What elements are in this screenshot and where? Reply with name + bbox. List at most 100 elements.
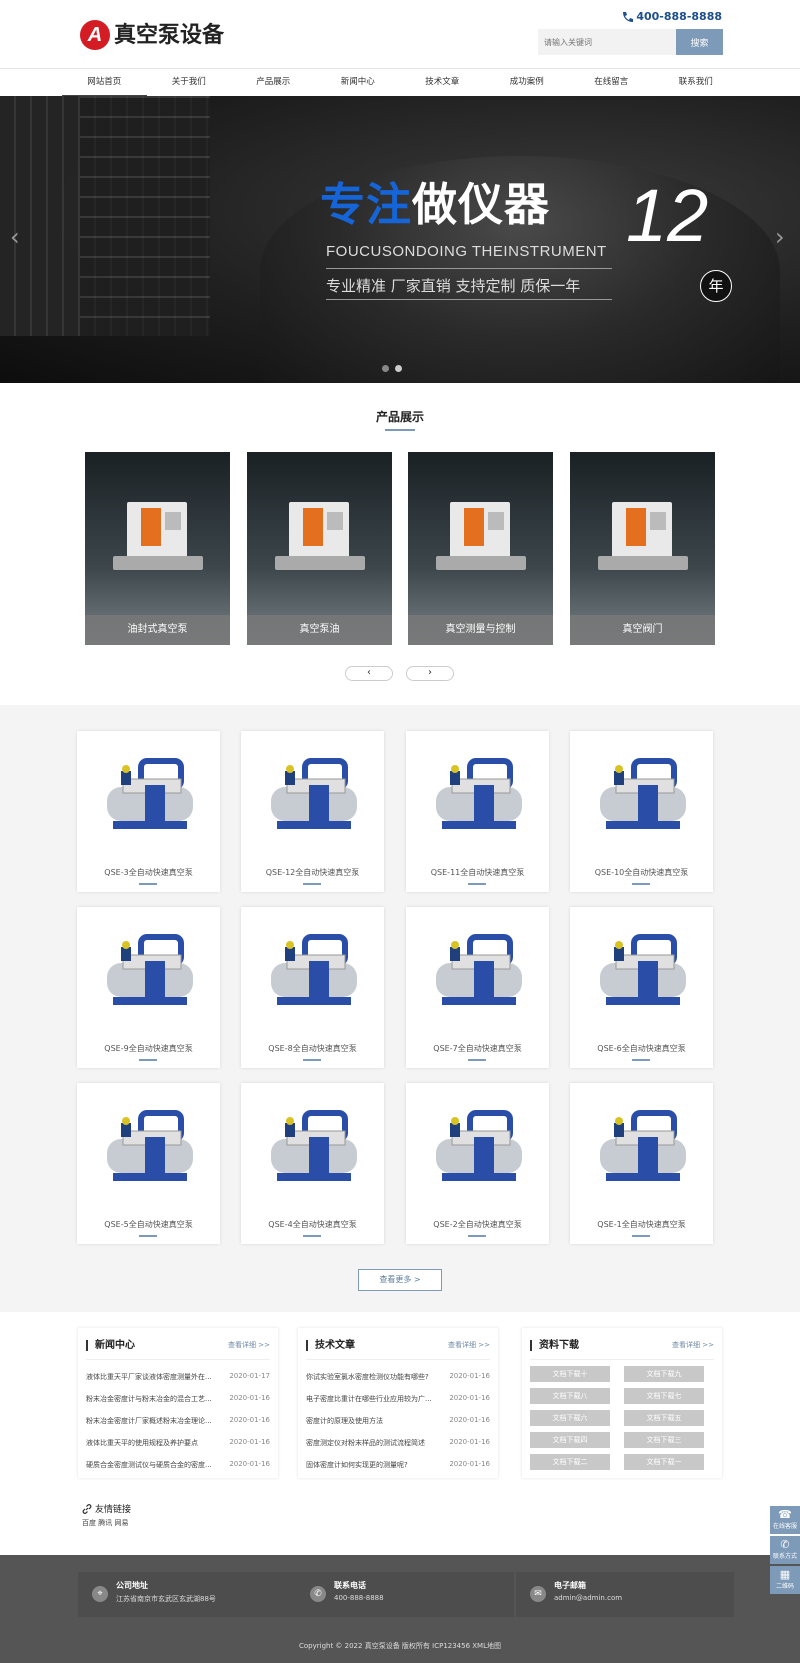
product-card[interactable]: QSE-11全自动快速真空泵 <box>406 731 549 892</box>
tech-item[interactable]: 电子密度比重计在哪些行业应用较为广... 2020-01-16 <box>306 1394 490 1404</box>
download-item-button[interactable]: 文档下载十 <box>530 1366 610 1382</box>
product-card[interactable]: QSE-9全自动快速真空泵 <box>77 907 220 1068</box>
phone-number: 400-888-8888 <box>636 10 722 23</box>
tech-item-title[interactable]: 你试实验室氯水密度检测仪功能有哪些? <box>306 1372 446 1382</box>
phone-icon <box>623 11 634 22</box>
tech-item-title[interactable]: 固体密度计如何实现更的测量呢? <box>306 1460 446 1470</box>
product-card[interactable]: QSE-8全自动快速真空泵 <box>241 907 384 1068</box>
tech-rule <box>306 1359 490 1360</box>
showcase-next-button[interactable]: › <box>406 666 454 681</box>
search-button[interactable]: 搜索 <box>676 29 723 55</box>
nav-item-home[interactable]: 网站首页 <box>62 69 147 96</box>
link-icon <box>82 1503 92 1514</box>
nav-item-products[interactable]: 产品展示 <box>231 69 316 96</box>
mail-icon: ✉ <box>530 1586 546 1602</box>
news-item[interactable]: 粉末冶金密度计与粉末冶金的混合工艺... 2020-01-16 <box>86 1394 270 1404</box>
product-card[interactable]: QSE-10全自动快速真空泵 <box>570 731 713 892</box>
tech-item-title[interactable]: 密度测定仪对粉末样品的测试流程简述 <box>306 1438 446 1448</box>
search-input[interactable] <box>538 29 676 55</box>
product-card[interactable]: QSE-1全自动快速真空泵 <box>570 1083 713 1244</box>
product-name[interactable]: QSE-6全自动快速真空泵 <box>570 1043 713 1054</box>
tech-item-title[interactable]: 密度计的原理及使用方法 <box>306 1416 446 1426</box>
product-rule <box>632 1235 650 1237</box>
nav-item-tech[interactable]: 技术文章 <box>400 69 485 96</box>
product-name[interactable]: QSE-3全自动快速真空泵 <box>77 867 220 878</box>
category-card-4[interactable]: 真空阀门 <box>570 452 715 645</box>
float-online-service[interactable]: ☎ 在线客服 <box>770 1506 800 1534</box>
nav-item-about[interactable]: 关于我们 <box>147 69 232 96</box>
news-item[interactable]: 液体比重天平厂家谈液体密度测量外在... 2020-01-17 <box>86 1372 270 1382</box>
banner-slogan: 专业精准 厂家直销 支持定制 质保一年 <box>326 277 581 295</box>
product-card[interactable]: QSE-2全自动快速真空泵 <box>406 1083 549 1244</box>
float-qrcode[interactable]: ▦ 二维码 <box>770 1566 800 1594</box>
vacuum-pump-image <box>107 934 193 1005</box>
download-item-button[interactable]: 文档下载三 <box>624 1432 704 1448</box>
product-card[interactable]: QSE-12全自动快速真空泵 <box>241 731 384 892</box>
tech-item[interactable]: 密度计的原理及使用方法 2020-01-16 <box>306 1416 490 1426</box>
downloads-more-link[interactable]: 查看详细 >> <box>672 1340 714 1350</box>
news-item-title[interactable]: 粉末冶金密度计与粉末冶金的混合工艺... <box>86 1394 226 1404</box>
news-item-title[interactable]: 液体比重天平的使用规程及养护要点 <box>86 1438 226 1448</box>
product-name[interactable]: QSE-1全自动快速真空泵 <box>570 1219 713 1230</box>
news-item[interactable]: 粉末冶金密度计厂家概述粉末冶金理论... 2020-01-16 <box>86 1416 270 1426</box>
tech-item[interactable]: 密度测定仪对粉末样品的测试流程简述 2020-01-16 <box>306 1438 490 1448</box>
product-name[interactable]: QSE-11全自动快速真空泵 <box>406 867 549 878</box>
category-card-3[interactable]: 真空测量与控制 <box>408 452 553 645</box>
category-label: 油封式真空泵 <box>85 615 230 645</box>
product-card[interactable]: QSE-7全自动快速真空泵 <box>406 907 549 1068</box>
news-item-title[interactable]: 液体比重天平厂家谈液体密度测量外在... <box>86 1372 226 1382</box>
product-name[interactable]: QSE-4全自动快速真空泵 <box>241 1219 384 1230</box>
tech-item[interactable]: 你试实验室氯水密度检测仪功能有哪些? 2020-01-16 <box>306 1372 490 1382</box>
tech-item-title[interactable]: 电子密度比重计在哪些行业应用较为广... <box>306 1394 446 1404</box>
nav-item-message[interactable]: 在线留言 <box>569 69 654 96</box>
footer-address-title: 公司地址 <box>116 1581 148 1590</box>
product-name[interactable]: QSE-9全自动快速真空泵 <box>77 1043 220 1054</box>
download-item-button[interactable]: 文档下载六 <box>530 1410 610 1426</box>
banner-divider <box>326 268 612 269</box>
vacuum-pump-image <box>600 1110 686 1181</box>
banner-next-arrow[interactable]: › <box>775 225 785 249</box>
product-name[interactable]: QSE-5全自动快速真空泵 <box>77 1219 220 1230</box>
download-item-button[interactable]: 文档下载四 <box>530 1432 610 1448</box>
download-item-button[interactable]: 文档下载五 <box>624 1410 704 1426</box>
news-item[interactable]: 液体比重天平的使用规程及养护要点 2020-01-16 <box>86 1438 270 1448</box>
banner-dot-1[interactable] <box>382 365 389 372</box>
product-card[interactable]: QSE-5全自动快速真空泵 <box>77 1083 220 1244</box>
category-card-1[interactable]: 油封式真空泵 <box>85 452 230 645</box>
logo-text[interactable]: 真空泵设备 <box>114 20 224 50</box>
download-item-button[interactable]: 文档下载九 <box>624 1366 704 1382</box>
footer-email-text[interactable]: admin@admin.com <box>554 1594 622 1602</box>
vacuum-pump-image <box>271 934 357 1005</box>
product-card[interactable]: QSE-4全自动快速真空泵 <box>241 1083 384 1244</box>
showcase-prev-button[interactable]: ‹ <box>345 666 393 681</box>
download-item-button[interactable]: 文档下载七 <box>624 1388 704 1404</box>
float-contact[interactable]: ✆ 联系方式 <box>770 1536 800 1564</box>
product-name[interactable]: QSE-8全自动快速真空泵 <box>241 1043 384 1054</box>
category-card-2[interactable]: 真空泵油 <box>247 452 392 645</box>
nav-item-contact[interactable]: 联系我们 <box>654 69 739 96</box>
product-name[interactable]: QSE-10全自动快速真空泵 <box>570 867 713 878</box>
download-item-button[interactable]: 文档下载二 <box>530 1454 610 1470</box>
banner-dot-2[interactable] <box>395 365 402 372</box>
logo-icon[interactable]: A <box>80 20 110 50</box>
product-name[interactable]: QSE-7全自动快速真空泵 <box>406 1043 549 1054</box>
tech-more-link[interactable]: 查看详细 >> <box>448 1340 490 1350</box>
tech-item[interactable]: 固体密度计如何实现更的测量呢? 2020-01-16 <box>306 1460 490 1470</box>
friend-links[interactable]: 百度 腾讯 网易 <box>82 1518 128 1528</box>
product-card[interactable]: QSE-6全自动快速真空泵 <box>570 907 713 1068</box>
product-rule <box>468 883 486 885</box>
news-more-link[interactable]: 查看详细 >> <box>228 1340 270 1350</box>
product-name[interactable]: QSE-2全自动快速真空泵 <box>406 1219 549 1230</box>
banner-prev-arrow[interactable]: ‹ <box>10 225 20 249</box>
nav-item-news[interactable]: 新闻中心 <box>316 69 401 96</box>
download-item-button[interactable]: 文档下载八 <box>530 1388 610 1404</box>
news-item[interactable]: 硬质合金密度测试仪与硬质合金的密度... 2020-01-16 <box>86 1460 270 1470</box>
download-item-button[interactable]: 文档下载一 <box>624 1454 704 1470</box>
nav-item-cases[interactable]: 成功案例 <box>485 69 570 96</box>
footer-phone-card: ✆ 联系电话 400-888-8888 <box>296 1572 514 1617</box>
product-name[interactable]: QSE-12全自动快速真空泵 <box>241 867 384 878</box>
view-more-button[interactable]: 查看更多 > <box>358 1269 442 1291</box>
news-item-title[interactable]: 硬质合金密度测试仪与硬质合金的密度... <box>86 1460 226 1470</box>
product-card[interactable]: QSE-3全自动快速真空泵 <box>77 731 220 892</box>
news-item-title[interactable]: 粉末冶金密度计厂家概述粉末冶金理论... <box>86 1416 226 1426</box>
